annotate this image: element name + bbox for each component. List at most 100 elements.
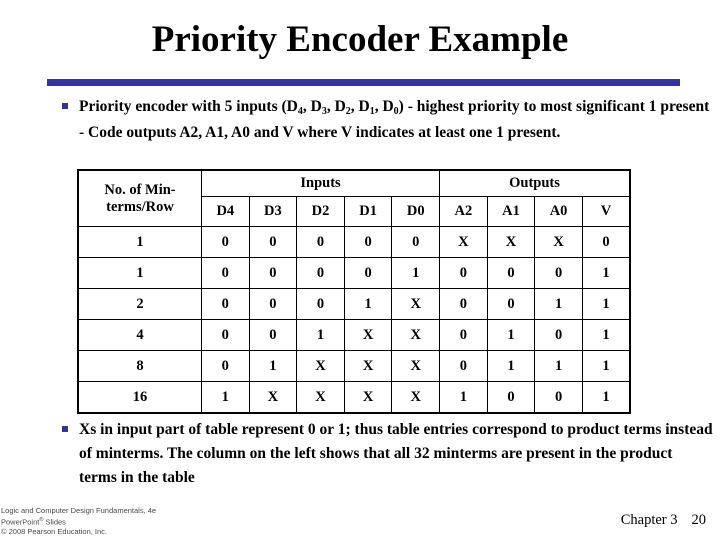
header-column-v: V [581,196,631,227]
cell-input-d0: X [391,381,441,414]
cell-minterms-count: 1 [77,257,202,289]
subscript: 4 [297,106,303,117]
footer-credit-line1: Logic and Computer Design Fundamentals, … [1,506,157,515]
cell-minterms-count: 8 [77,350,202,382]
bullet-item-intro: Priority encoder with 5 inputs (D4, D3, … [62,95,712,145]
cell-minterms-count: 1 [77,226,202,258]
subscript: 0 [393,106,399,117]
cell-input-d4: 0 [201,257,250,289]
cell-minterms-count: 2 [77,288,202,320]
footer-credit-line2-tail: Slides [43,517,66,526]
cell-input-d1: X [343,381,393,414]
header-group-outputs: Outputs [439,169,631,197]
bullet-note-text: Xs in input part of table represent 0 or… [79,421,713,486]
cell-output-a0: 0 [534,319,583,351]
cell-output-a0: 1 [534,350,583,382]
cell-input-d0: 1 [391,257,441,289]
cell-input-d2: 0 [296,288,345,320]
footer-credit-line2-main: PowerPoint [1,517,40,526]
page-title: Priority Encoder Example [151,19,569,60]
table-row: 801XXX0111 [77,350,631,382]
cell-minterms-count: 16 [77,381,202,414]
truth-table: No. of Min- terms/Row Inputs Outputs D4 D… [77,169,631,414]
cell-output-v: 1 [581,381,631,414]
table-head: No. of Min- terms/Row Inputs Outputs D4 D… [77,169,631,227]
cell-output-a2: 1 [439,381,488,414]
footer-credit-line3: © 2008 Pearson Education, Inc. [1,526,108,536]
cell-input-d3: 0 [248,226,298,258]
cell-input-d4: 0 [201,319,250,351]
bullet-square-icon [62,103,68,109]
cell-input-d1: 1 [343,288,393,320]
table-header-row-groups: No. of Min- terms/Row Inputs Outputs [77,169,631,227]
priority-encoder-truth-table: No. of Min- terms/Row Inputs Outputs D4 D… [77,169,631,414]
cell-input-d4: 0 [201,226,250,258]
cell-output-a2: 0 [439,288,488,320]
cell-input-d4: 0 [201,288,250,320]
footer-credit: Logic and Computer Design Fundamentals, … [1,506,156,536]
footer-chapter-block: Chapter 3 20 [621,512,706,529]
cell-output-a1: 1 [486,350,536,382]
cell-input-d3: 0 [248,319,298,351]
table-row: 1000010001 [77,257,631,289]
cell-input-d0: X [391,350,441,382]
header-minterms-line1: No. of Min- [104,181,176,198]
footer-page-number: 20 [691,512,707,528]
header-column-d1: D1 [343,196,393,227]
cell-output-v: 0 [581,226,631,258]
cell-output-v: 1 [581,319,631,351]
bullet-square-icon [62,426,68,432]
cell-output-a2: 0 [439,257,488,289]
header-column-d4: D4 [201,196,250,227]
cell-input-d2: X [296,350,345,382]
table-row: 16 1 X X X X 1 0 0 1 [77,381,631,414]
table-row: 100000XXX0 [77,226,631,258]
cell-output-a0: 0 [534,381,583,414]
cell-output-v: 1 [581,288,631,320]
header-column-a2: A2 [439,196,488,227]
cell-output-a2: 0 [439,319,488,351]
cell-input-d2: 1 [296,319,345,351]
bullet-item-note: Xs in input part of table represent 0 or… [62,418,714,490]
cell-input-d3: 0 [248,288,298,320]
cell-output-a0: X [534,226,583,258]
cell-minterms-count: 4 [77,319,202,351]
table-row: 20001X0011 [77,288,631,320]
cell-input-d0: 0 [391,226,441,258]
subscript: 3 [321,106,327,117]
cell-output-a1: 1 [486,319,536,351]
cell-input-d0: X [391,319,441,351]
subscript: 1 [369,106,375,117]
cell-input-d0: X [391,288,441,320]
bullet-intro-text: Priority encoder with 5 inputs (D4, D3, … [79,98,710,141]
header-column-a0: A0 [534,196,583,227]
header-column-d3: D3 [248,196,298,227]
cell-input-d1: X [343,319,393,351]
table-row: 4001XX0101 [77,319,631,351]
cell-output-a2: X [439,226,488,258]
header-minterms-per-row: No. of Min- terms/Row [77,169,202,227]
cell-output-a1: 0 [486,288,536,320]
cell-output-v: 1 [581,350,631,382]
header-column-d2: D2 [296,196,345,227]
cell-input-d2: 0 [296,257,345,289]
title-divider-bar [47,79,680,86]
cell-output-a1: 0 [486,381,536,414]
slide: Priority Encoder Example Priority encode… [0,0,720,540]
cell-input-d4: 1 [201,381,250,414]
cell-input-d1: X [343,350,393,382]
header-column-a1: A1 [486,196,536,227]
cell-output-a1: X [486,226,536,258]
cell-output-a1: 0 [486,257,536,289]
cell-input-d2: 0 [296,226,345,258]
header-minterms-line2: terms/Row [106,198,174,215]
cell-input-d3: X [248,381,298,414]
cell-output-a0: 1 [534,288,583,320]
cell-input-d3: 1 [248,350,298,382]
cell-output-v: 1 [581,257,631,289]
header-column-d0: D0 [391,196,441,227]
footer-chapter-label: Chapter 3 [620,512,678,528]
cell-input-d3: 0 [248,257,298,289]
cell-input-d4: 0 [201,350,250,382]
cell-input-d1: 0 [343,226,393,258]
